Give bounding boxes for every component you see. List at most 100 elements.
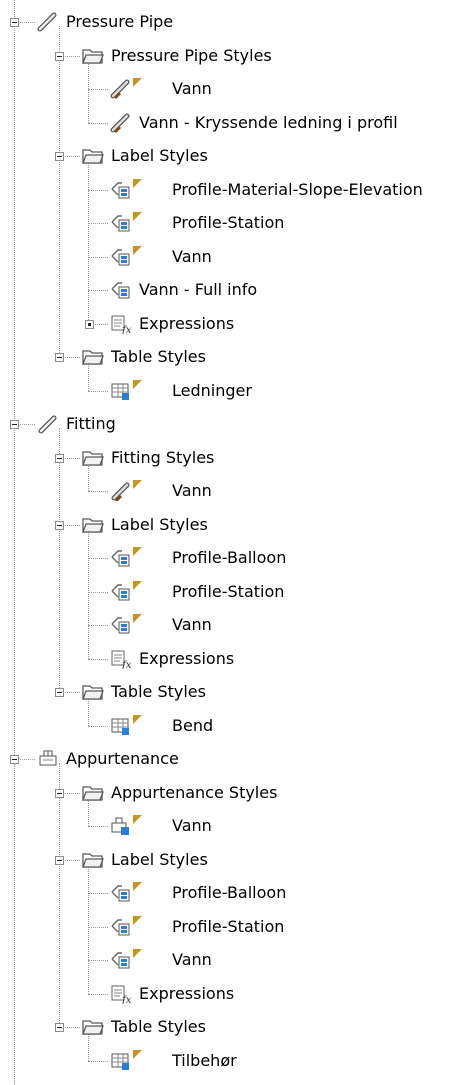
modified-badge-icon [133, 882, 142, 891]
tree-node-r28[interactable]: Profile-Station [0, 911, 475, 944]
tree-node-r3[interactable]: Vann [0, 73, 475, 106]
tree-connector-line [88, 1060, 108, 1062]
tree-node-r15[interactable]: Vann [0, 475, 475, 508]
tree-node-r9[interactable]: Vann - Full info [0, 274, 475, 307]
tree-node-r5[interactable]: Label Styles [0, 140, 475, 173]
tree-node-r12[interactable]: Ledninger [0, 375, 475, 408]
tree-node-r20[interactable]: fx Expressions [0, 643, 475, 676]
tree-node-label: Expressions [139, 313, 235, 333]
modified-badge-icon [133, 78, 142, 87]
tree-node-r14[interactable]: Fitting Styles [0, 442, 475, 475]
tree-node-r10[interactable]: fx Expressions [0, 308, 475, 341]
tree-node-label: Appurtenance [66, 749, 179, 768]
tree-node-r24[interactable]: Appurtenance Styles [0, 777, 475, 810]
style-tree: Pressure Pipe Pressure Pipe Styles Vann Van… [0, 0, 475, 1085]
tree-node-r32[interactable]: Tilbehør [0, 1045, 475, 1078]
collapse-toggle[interactable] [55, 453, 64, 463]
folder-icon [82, 146, 104, 166]
tree-node-label: Vann [172, 481, 212, 500]
tree-node-r13[interactable]: Fitting [0, 408, 475, 441]
tree-connector-line [88, 558, 108, 559]
tree-node-label: Fitting Styles [111, 447, 215, 467]
pipe-style-icon [110, 113, 132, 133]
collapse-toggle[interactable] [55, 520, 64, 530]
expand-toggle[interactable] [85, 319, 94, 329]
collapse-toggle[interactable] [55, 51, 64, 61]
tree-node-label: Expressions [139, 983, 235, 1003]
tree-node-r17[interactable]: Profile-Balloon [0, 542, 475, 575]
tree-node-label: Vann - Kryssende ledning i profil [139, 112, 398, 132]
tree-node-label: Vann [172, 950, 212, 969]
tree-node-r18[interactable]: Profile-Station [0, 576, 475, 609]
tree-node-label: Profile-Material-Slope-Elevation [172, 179, 423, 199]
tree-node-label: Profile-Balloon [172, 883, 287, 902]
modified-badge-icon [133, 178, 142, 188]
tree-node-label: Vann [172, 615, 212, 634]
tree-node-label: Label Styles [111, 514, 208, 534]
tree-node-label: Vann [172, 79, 212, 98]
label-style-icon [110, 247, 132, 267]
tree-node-label: Fitting [66, 414, 116, 433]
collapse-toggle[interactable] [55, 353, 64, 362]
collapse-toggle[interactable] [55, 688, 64, 697]
tree-node-label: Ledninger [172, 380, 252, 400]
collapse-toggle[interactable] [55, 788, 64, 798]
modified-badge-icon [133, 245, 142, 255]
tree-node-r22[interactable]: Bend [0, 710, 475, 743]
tree-node-r16[interactable]: Label Styles [0, 509, 475, 542]
folder-icon [82, 850, 104, 870]
tree-node-r6[interactable]: Profile-Material-Slope-Elevation [0, 174, 475, 207]
tree-node-r25[interactable]: Vann [0, 810, 475, 843]
tree-node-label: Pressure Pipe [66, 12, 174, 31]
collapse-toggle[interactable] [10, 18, 19, 27]
tree-connector-line [88, 189, 108, 191]
tree-node-r30[interactable]: fx Expressions [0, 978, 475, 1011]
tree-node-r27[interactable]: Profile-Balloon [0, 877, 475, 910]
tree-node-r23[interactable]: Appurtenance [0, 743, 475, 776]
svg-text:fx: fx [121, 325, 132, 334]
label-style-icon [110, 180, 132, 200]
tree-node-r11[interactable]: Table Styles [0, 341, 475, 374]
tree-node-label: Vann [172, 816, 212, 835]
tree-node-r8[interactable]: Vann [0, 241, 475, 274]
tree-node-label: Table Styles [111, 682, 206, 701]
tree-connector-line [88, 893, 108, 894]
label-style-icon [110, 883, 132, 903]
tree-connector-line [88, 491, 108, 492]
modified-badge-icon [133, 915, 142, 925]
tree-node-r21[interactable]: Table Styles [0, 676, 475, 709]
tree-node-label: Profile-Station [172, 916, 285, 936]
tree-node-label: Table Styles [111, 347, 206, 366]
svg-text:fx: fx [121, 995, 132, 1004]
folder-icon [82, 1017, 104, 1037]
tree-node-r26[interactable]: Label Styles [0, 844, 475, 877]
tree-node-label: Vann - Full info [139, 280, 258, 299]
tree-node-r4[interactable]: Vann - Kryssende ledning i profil [0, 107, 475, 140]
tree-connector-line [88, 926, 108, 928]
folder-icon [82, 448, 104, 468]
collapse-toggle[interactable] [55, 1023, 64, 1032]
pipe-icon [37, 12, 59, 32]
modified-badge-icon [133, 379, 142, 389]
tree-node-r7[interactable]: Profile-Station [0, 207, 475, 240]
collapse-toggle[interactable] [55, 152, 64, 161]
table-style-icon [110, 716, 132, 736]
folder-icon [82, 46, 104, 66]
modified-badge-icon [133, 614, 142, 623]
collapse-toggle[interactable] [55, 855, 64, 865]
tree-node-r2[interactable]: Pressure Pipe Styles [0, 40, 475, 73]
appurtenance-style-icon [110, 816, 132, 836]
tree-connector-line [88, 89, 108, 90]
folder-icon [82, 682, 104, 702]
tree-connector-line [88, 725, 108, 727]
tree-node-label: Profile-Station [172, 581, 285, 601]
tree-node-r19[interactable]: Vann [0, 609, 475, 642]
tree-node-r31[interactable]: Table Styles [0, 1011, 475, 1044]
tree-node-r1[interactable]: Pressure Pipe [0, 6, 475, 39]
tree-node-label: Table Styles [111, 1017, 206, 1036]
collapse-toggle[interactable] [10, 420, 19, 429]
collapse-toggle[interactable] [10, 755, 19, 764]
tree-node-r29[interactable]: Vann [0, 944, 475, 977]
tree-connector-line [88, 290, 108, 291]
label-style-icon [110, 213, 132, 233]
